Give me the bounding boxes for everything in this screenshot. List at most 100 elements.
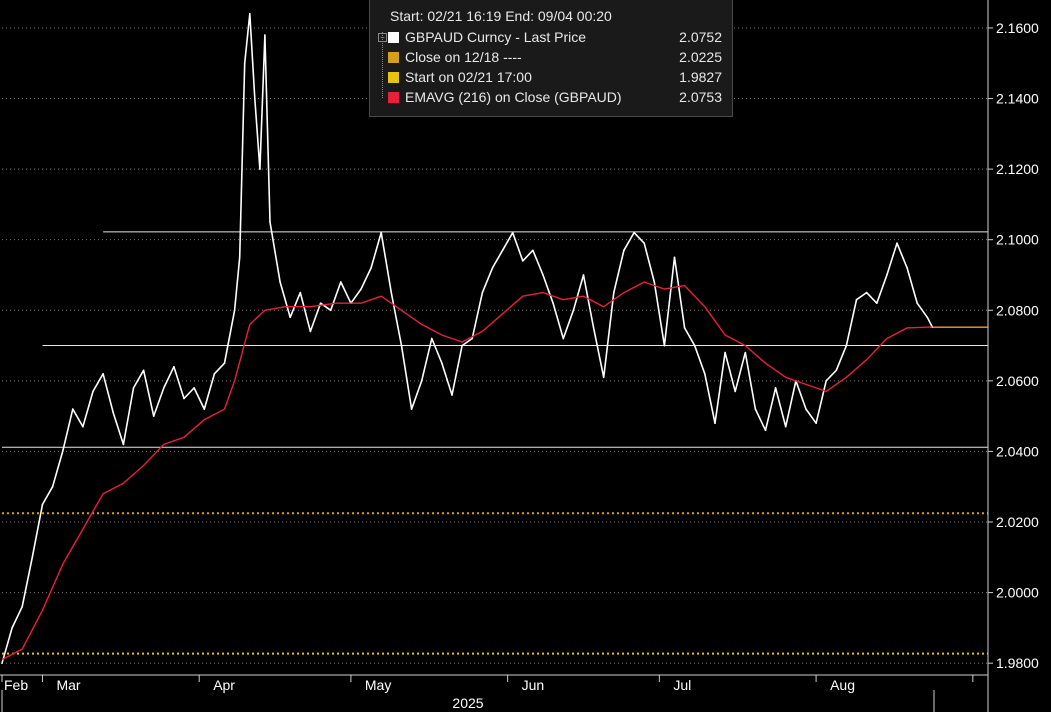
price-point bbox=[61, 450, 64, 453]
legend-value: 2.0225 bbox=[679, 49, 722, 65]
price-point bbox=[784, 425, 787, 428]
x-tick-label: Apr bbox=[213, 677, 235, 693]
price-point bbox=[693, 344, 696, 347]
price-point bbox=[683, 327, 686, 329]
price-point bbox=[724, 351, 726, 354]
price-point bbox=[805, 408, 807, 410]
price-point bbox=[163, 387, 165, 389]
price-point bbox=[542, 274, 544, 276]
price-point bbox=[289, 316, 292, 319]
price-point bbox=[431, 337, 433, 340]
price-point bbox=[623, 249, 625, 252]
price-point bbox=[663, 344, 666, 347]
price-point bbox=[21, 605, 24, 608]
price-point bbox=[142, 369, 145, 372]
price-point bbox=[926, 316, 929, 319]
price-point bbox=[112, 411, 114, 414]
legend-entry: EMAVG (216) on Close (GBPAUD) 2.0753 bbox=[388, 87, 722, 107]
price-point bbox=[370, 267, 372, 269]
price-point bbox=[72, 408, 74, 410]
x-axis-label: 2025 bbox=[452, 695, 483, 711]
price-point bbox=[876, 302, 878, 305]
price-point bbox=[254, 97, 256, 100]
y-axis-ticks: 2.1600 2.1400 2.1200 2.1000 2.0800 2.0600 2.04… bbox=[988, 20, 1039, 671]
legend-entry: Close on 12/18 ---- 2.0225 bbox=[388, 47, 722, 67]
price-point bbox=[865, 291, 868, 294]
price-point bbox=[602, 376, 605, 379]
price-point bbox=[572, 309, 575, 312]
chart-root: 2.1600 2.1400 2.1200 2.1000 2.0800 2.0600 2.04… bbox=[0, 0, 1051, 712]
price-point bbox=[319, 302, 322, 305]
legend-label: GBPAUD Curncy - Last Price bbox=[405, 29, 587, 45]
legend-value: 1.9827 bbox=[679, 69, 722, 85]
y-tick-label: 2.0000 bbox=[996, 585, 1039, 601]
legend-label: Close on 12/18 ---- bbox=[405, 49, 522, 65]
price-point bbox=[223, 362, 226, 365]
legend-entry: GBPAUD Curncy - Last Price 2.0752 bbox=[388, 27, 722, 47]
price-point bbox=[269, 221, 271, 223]
price-point bbox=[714, 422, 716, 425]
price-point bbox=[774, 387, 777, 389]
price-point bbox=[420, 380, 423, 382]
price-point bbox=[896, 242, 898, 244]
price-point bbox=[92, 390, 94, 393]
x-tick-label: Mar bbox=[56, 677, 80, 693]
price-point bbox=[360, 288, 362, 290]
price-point bbox=[451, 394, 453, 396]
price-point bbox=[82, 425, 84, 428]
price-point bbox=[845, 344, 848, 347]
x-tick-label: Jun bbox=[522, 677, 545, 693]
price-point bbox=[734, 390, 736, 393]
price-point bbox=[193, 387, 195, 389]
y-tick-label: 2.1000 bbox=[996, 232, 1039, 248]
price-point bbox=[203, 408, 206, 410]
price-point bbox=[213, 373, 216, 375]
price-point bbox=[764, 429, 767, 432]
price-point bbox=[259, 168, 261, 170]
price-point bbox=[855, 298, 858, 301]
price-point bbox=[152, 415, 155, 417]
price-point bbox=[461, 344, 463, 347]
legend-label: EMAVG (216) on Close (GBPAUD) bbox=[405, 89, 622, 105]
price-point bbox=[511, 231, 514, 234]
price-point bbox=[279, 281, 281, 283]
price-point bbox=[633, 231, 635, 234]
price-point bbox=[249, 13, 251, 15]
price-point bbox=[410, 408, 413, 410]
legend: Start: 02/21 16:19 End: 09/04 00:20 − GB… bbox=[369, 0, 733, 117]
y-tick-label: 2.0400 bbox=[996, 443, 1039, 459]
x-tick-label: May bbox=[365, 677, 391, 693]
price-point bbox=[390, 291, 393, 294]
y-tick-label: 2.0600 bbox=[996, 373, 1039, 389]
price-point bbox=[264, 34, 266, 36]
x-tick-label: Aug bbox=[830, 677, 855, 693]
price-point bbox=[31, 556, 34, 559]
price-point bbox=[653, 281, 656, 283]
x-tick-label: Jul bbox=[673, 677, 691, 693]
price-point bbox=[51, 485, 54, 488]
legend-entries: GBPAUD Curncy - Last Price 2.0752 Close on… bbox=[388, 27, 722, 107]
price-point bbox=[400, 344, 403, 347]
x-tick-label: Feb bbox=[4, 677, 28, 693]
y-tick-label: 2.0800 bbox=[996, 302, 1039, 318]
price-point bbox=[122, 443, 125, 446]
price-point bbox=[243, 62, 246, 64]
ema-series-line bbox=[1, 281, 933, 661]
price-point bbox=[380, 231, 383, 234]
price-point bbox=[754, 408, 757, 410]
legend-swatch bbox=[388, 51, 399, 63]
price-point bbox=[441, 362, 443, 365]
price-point bbox=[329, 309, 332, 312]
legend-swatch bbox=[388, 71, 399, 83]
legend-value: 2.0752 bbox=[679, 29, 722, 45]
legend-bracket bbox=[382, 32, 389, 98]
y-tick-label: 2.1600 bbox=[996, 20, 1039, 36]
price-point bbox=[673, 256, 676, 259]
price-point bbox=[340, 281, 342, 283]
legend-label: Start on 02/21 17:00 bbox=[405, 69, 532, 85]
price-point bbox=[233, 309, 236, 312]
price-point bbox=[582, 274, 585, 276]
price-point bbox=[532, 249, 534, 252]
legend-value: 2.0753 bbox=[679, 89, 722, 105]
y-tick-label: 1.9800 bbox=[996, 655, 1039, 671]
